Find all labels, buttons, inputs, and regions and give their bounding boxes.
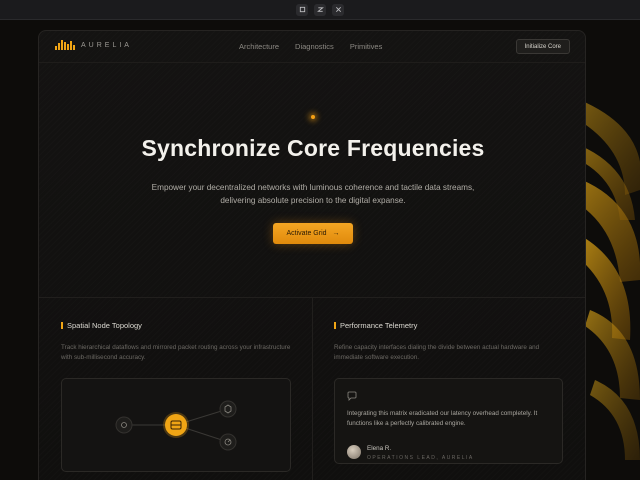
bottom-right-node-icon[interactable] — [219, 433, 237, 451]
landing-page-card: AURELIA Architecture Diagnostics Primiti… — [38, 30, 586, 480]
left-node-icon[interactable] — [115, 416, 133, 434]
hero-subtitle-line-1: Empower your decentralized networks with… — [151, 183, 475, 192]
nav-link-diagnostics[interactable]: Diagnostics — [295, 42, 334, 51]
topology-graph — [115, 400, 237, 451]
nav-links: Architecture Diagnostics Primitives — [239, 42, 382, 51]
accent-marker-icon — [334, 322, 336, 329]
equalizer-logo-icon — [55, 40, 75, 50]
top-right-node-icon[interactable] — [219, 400, 237, 418]
panel-title-label: Spatial Node Topology — [67, 321, 142, 330]
testimonial-quote: Integrating this matrix eradicated our l… — [347, 410, 538, 427]
brand-logo[interactable]: AURELIA — [55, 40, 132, 50]
activate-grid-button[interactable]: Activate Grid → — [273, 223, 353, 244]
avatar — [347, 445, 361, 459]
glow-dot — [311, 115, 315, 119]
testimonial-card: Integrating this matrix eradicated our l… — [334, 378, 563, 464]
node-topology-diagram — [61, 378, 291, 472]
maximize-icon[interactable] — [314, 3, 326, 16]
brand-name: AURELIA — [81, 41, 132, 49]
hero-title: Synchronize Core Frequencies — [141, 135, 485, 161]
column-divider — [312, 297, 313, 480]
performance-telemetry-title: Performance Telemetry — [334, 321, 417, 330]
window-control-bar — [0, 0, 640, 20]
chat-bubble-icon — [347, 391, 357, 401]
accent-marker-icon — [61, 322, 63, 329]
initialize-core-button[interactable]: Initialize Core — [515, 39, 570, 54]
nav-link-primitives[interactable]: Primitives — [350, 42, 383, 51]
central-core-node-icon[interactable] — [163, 412, 189, 438]
panel-title-label: Performance Telemetry — [340, 321, 418, 330]
performance-telemetry-text: Refine capacity interfaces dialing the d… — [334, 344, 540, 361]
arrow-right-icon: → — [332, 230, 340, 237]
spatial-node-topology-title: Spatial Node Topology — [61, 321, 142, 330]
nav-link-architecture[interactable]: Architecture — [239, 42, 279, 51]
top-navigation: AURELIA Architecture Diagnostics Primiti… — [39, 31, 585, 63]
activate-grid-label: Activate Grid — [286, 230, 327, 237]
hero-subtitle: Empower your decentralized networks with… — [139, 181, 487, 207]
testimonial-author-name: Elena R. — [367, 445, 392, 452]
spatial-node-topology-text: Track hierarchical dataflows and mirrore… — [61, 344, 291, 361]
hero-subtitle-line-2: delivering absolute precision to the dig… — [220, 196, 406, 205]
close-icon[interactable] — [332, 3, 344, 16]
testimonial-author-role: OPERATIONS LEAD, AURELIA — [367, 455, 474, 461]
restore-icon[interactable] — [296, 3, 308, 16]
